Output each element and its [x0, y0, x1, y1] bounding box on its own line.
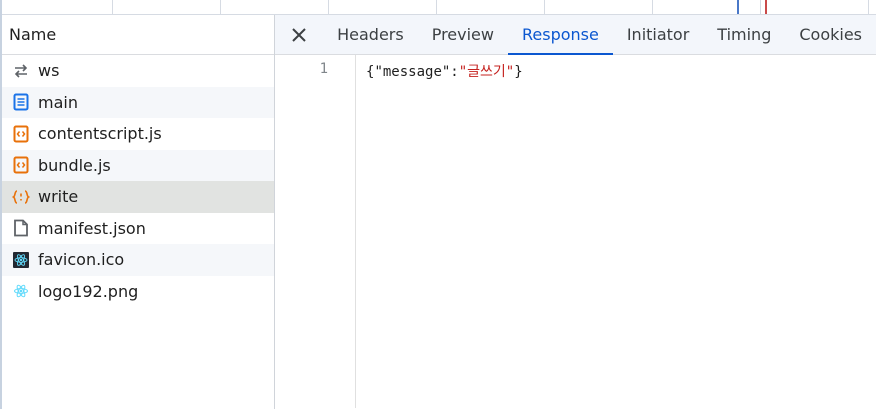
line-number: 1: [319, 61, 328, 77]
request-row-write[interactable]: write: [2, 181, 274, 213]
request-row-manifest[interactable]: manifest.json: [2, 213, 274, 245]
tab-preview[interactable]: Preview: [418, 15, 508, 54]
response-line: {"message":"글쓰기"}: [366, 61, 523, 81]
request-row-bundle[interactable]: bundle.js: [2, 149, 274, 181]
request-row-contentscript[interactable]: contentscript.js: [2, 118, 274, 150]
json-value: "글쓰기": [458, 64, 515, 80]
request-list: Name ws main contentscript.js bundle.js …: [2, 15, 275, 409]
line-gutter: 1: [275, 55, 356, 408]
name-column-header[interactable]: Name: [2, 15, 274, 55]
waterfall-gridline: [112, 0, 113, 14]
tab-initiator[interactable]: Initiator: [613, 15, 703, 54]
tab-cookies[interactable]: Cookies: [785, 15, 876, 54]
brace-close: }: [514, 64, 523, 80]
request-row-ws[interactable]: ws: [2, 55, 274, 87]
waterfall-strip: [0, 0, 876, 15]
devtools-network-panel: Name ws main contentscript.js bundle.js …: [0, 0, 876, 409]
load-event-marker: [765, 0, 767, 14]
request-name: ws: [38, 61, 60, 81]
tab-headers[interactable]: Headers: [323, 15, 418, 54]
tab-timing[interactable]: Timing: [703, 15, 785, 54]
request-name: main: [38, 92, 78, 112]
json-key: "message": [374, 64, 451, 80]
dom-content-loaded-marker: [737, 0, 739, 14]
request-row-favicon[interactable]: favicon.ico: [2, 244, 274, 276]
react-logo-icon: [12, 282, 30, 300]
json-colon: :: [450, 64, 459, 80]
request-row-logo192[interactable]: logo192.png: [2, 276, 274, 308]
request-name: contentscript.js: [38, 124, 162, 144]
request-name: favicon.ico: [38, 250, 125, 270]
fetch-icon: [12, 188, 30, 206]
react-favicon-icon: [12, 251, 30, 269]
request-name: write: [38, 187, 79, 207]
file-icon: [12, 219, 30, 237]
waterfall-gridline: [328, 0, 329, 14]
close-icon: [292, 27, 306, 42]
response-viewer[interactable]: 1 {"message":"글쓰기"}: [275, 55, 876, 408]
request-name: logo192.png: [38, 281, 139, 301]
request-name: manifest.json: [38, 218, 146, 238]
close-detail-button[interactable]: [275, 15, 323, 54]
request-row-main[interactable]: main: [2, 86, 274, 118]
websocket-icon: [12, 62, 30, 80]
tab-response[interactable]: Response: [507, 15, 613, 55]
waterfall-gridline: [652, 0, 653, 14]
waterfall-gridline: [436, 0, 437, 14]
request-name: bundle.js: [38, 155, 111, 175]
waterfall-gridline: [544, 0, 545, 14]
waterfall-gridline: [760, 0, 761, 14]
waterfall-gridline: [220, 0, 221, 14]
script-icon: [12, 156, 30, 174]
detail-tabbar: Headers Preview Response Initiator Timin…: [275, 15, 876, 55]
document-icon: [12, 93, 30, 111]
waterfall-gridline: [868, 0, 869, 14]
request-detail-panel: Headers Preview Response Initiator Timin…: [275, 15, 876, 409]
script-icon: [12, 125, 30, 143]
